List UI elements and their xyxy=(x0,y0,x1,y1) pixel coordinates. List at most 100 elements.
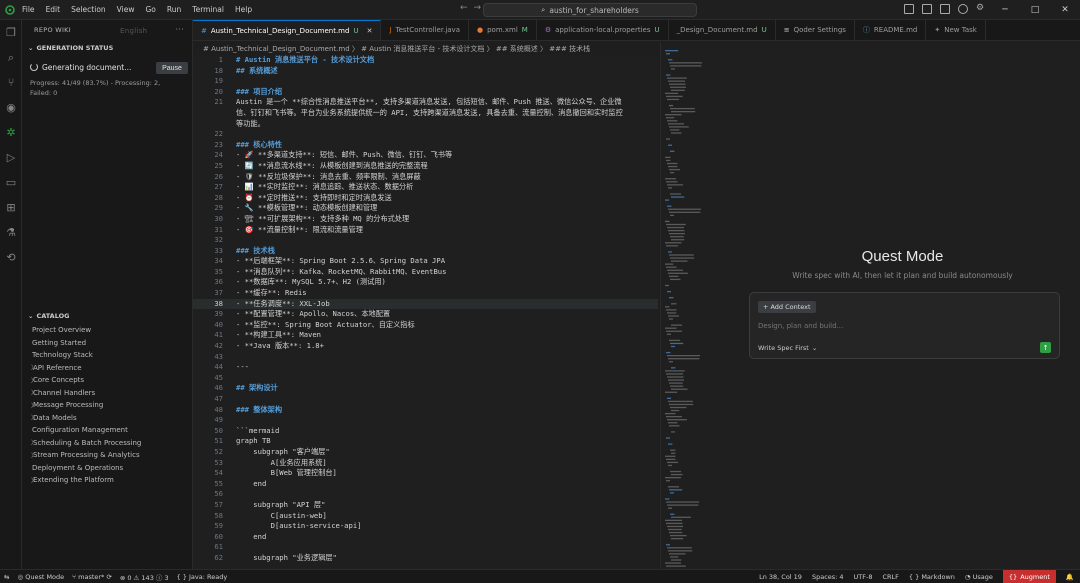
catalog-item[interactable]: Deployment & Operations xyxy=(22,462,193,475)
encoding[interactable]: UTF-8 xyxy=(854,573,873,581)
code-line[interactable]: 49 xyxy=(193,415,658,426)
code-line[interactable]: 25 - 🔄 **消息流水线**: 从模板创建到消息推送的完整流程 xyxy=(193,161,658,172)
catalog-item[interactable]: 〉 Data Models xyxy=(22,412,193,425)
augment-status[interactable]: {} Augment xyxy=(1002,570,1056,583)
code-line[interactable]: 19 xyxy=(193,76,658,87)
catalog-item[interactable]: Configuration Management xyxy=(22,424,193,437)
code-line[interactable]: 41 - **构建工具**: Maven xyxy=(193,330,658,341)
breadcrumb[interactable]: # Austin_Technical_Design_Document.md 〉 … xyxy=(193,42,658,55)
code-line[interactable]: 58 C[austin-web] xyxy=(193,511,658,522)
code-line[interactable]: 31 - 🎯 **流量控制**: 限流和流量管理 xyxy=(193,225,658,236)
problems-status[interactable]: ⊗ 0 ⚠ 143 ⓘ 3 xyxy=(120,572,169,582)
remote-icon[interactable]: ⇆ xyxy=(4,573,9,581)
close-tab-icon[interactable]: ✕ xyxy=(367,27,373,35)
code-line[interactable]: 50 ```mermaid xyxy=(193,426,658,437)
code-line[interactable]: 62 subgraph "业务逻辑层" xyxy=(193,553,658,564)
code-line[interactable]: 20 ### 项目介绍 xyxy=(193,87,658,98)
code-line[interactable]: 等功能。 xyxy=(193,119,658,130)
code-line[interactable]: 38 - **任务调度**: XXL-Job xyxy=(193,298,658,310)
toggle-secondary-sidebar-icon[interactable] xyxy=(940,4,950,14)
code-line[interactable]: 28 - ⏰ **定时推送**: 支持即时和定时消息发送 xyxy=(193,193,658,204)
code-line[interactable]: 1 # Austin 消息推送平台 - 技术设计文档 xyxy=(193,55,658,66)
language-select[interactable]: English xyxy=(120,27,147,35)
code-line[interactable]: 37 - **缓存**: Redis xyxy=(193,288,658,299)
code-line[interactable]: 21 Austin 是一个 **综合性消息推送平台**, 支持多渠道消息发送, 包… xyxy=(193,97,658,108)
source-control-icon[interactable]: ⑂ xyxy=(0,70,22,95)
menu-terminal[interactable]: Terminal xyxy=(192,5,224,14)
catalog-item[interactable]: 〉 Channel Handlers xyxy=(22,387,193,400)
cursor-position[interactable]: Ln 38, Col 19 xyxy=(759,573,802,581)
extensions-icon[interactable]: ⊞ xyxy=(0,195,22,220)
editor-tab[interactable]: ⚙ application-local.properties U xyxy=(537,20,669,40)
editor-tab[interactable]: # Austin_Technical_Design_Document.md U ✕ xyxy=(193,20,382,40)
code-line[interactable]: 47 xyxy=(193,394,658,405)
usage-status[interactable]: ◔ Usage xyxy=(965,573,993,581)
code-line[interactable]: 32 xyxy=(193,235,658,246)
editor-tab[interactable]: ✦ New Task xyxy=(926,20,986,40)
catalog-header[interactable]: ⌄ CATALOG xyxy=(22,308,193,324)
code-line[interactable]: 26 - 🛡 **反垃圾保护**: 消息去重、频率限制、消息屏蔽 xyxy=(193,172,658,183)
branch-status[interactable]: ⑂ master* ⟳ xyxy=(72,573,112,581)
catalog-item[interactable]: 〉 API Reference xyxy=(22,362,193,375)
minimize-icon[interactable]: ─ xyxy=(990,0,1020,20)
settings-gear-icon[interactable]: ⚙ xyxy=(976,4,986,14)
menu-edit[interactable]: Edit xyxy=(46,5,61,14)
notifications-bell-icon[interactable]: 🔔 xyxy=(1066,573,1080,581)
menu-go[interactable]: Go xyxy=(145,5,155,14)
code-line[interactable]: 39 - **配置管理**: Apollo、Nacos、本地配置 xyxy=(193,309,658,320)
catalog-item[interactable]: Technology Stack xyxy=(22,349,193,362)
editor-tab[interactable]: J TestController.java xyxy=(381,20,469,40)
run-debug-icon[interactable]: ◉ xyxy=(0,95,22,120)
language-mode[interactable]: { } Markdown xyxy=(909,573,955,581)
java-status[interactable]: { } Java: Ready xyxy=(177,573,228,581)
gitlens-icon[interactable]: ⟲ xyxy=(0,245,22,270)
remote-explorer-icon[interactable]: ▭ xyxy=(0,170,22,195)
menu-view[interactable]: View xyxy=(117,5,135,14)
add-context-button[interactable]: + Add Context xyxy=(758,301,816,313)
code-line[interactable]: 51 graph TB xyxy=(193,436,658,447)
code-line[interactable]: 55 end xyxy=(193,479,658,490)
code-line[interactable]: 56 xyxy=(193,489,658,500)
menu-file[interactable]: File xyxy=(22,5,35,14)
search-view-icon[interactable]: ⌕ xyxy=(0,45,22,70)
menu-help[interactable]: Help xyxy=(235,5,252,14)
catalog-item[interactable]: 〉 Message Processing xyxy=(22,399,193,412)
catalog-item[interactable]: Getting Started xyxy=(22,337,193,350)
code-line[interactable]: 54 B[Web 管理控制台] xyxy=(193,468,658,479)
write-spec-dropdown[interactable]: Write Spec First ⌄ xyxy=(758,344,817,352)
code-line[interactable]: 46 ## 架构设计 xyxy=(193,383,658,394)
code-line[interactable]: 61 xyxy=(193,542,658,553)
quest-mode-status[interactable]: ◎ Quest Mode xyxy=(17,573,64,581)
explorer-icon[interactable]: ❐ xyxy=(0,20,22,45)
send-button[interactable]: ↑ xyxy=(1040,342,1051,353)
back-arrow-icon[interactable]: ← xyxy=(460,3,468,13)
code-line[interactable]: 36 - **数据库**: MySQL 5.7+、H2 (测试用) xyxy=(193,277,658,288)
code-line[interactable]: 23 ### 核心特性 xyxy=(193,140,658,151)
code-line[interactable]: 30 - 🏗 **可扩展架构**: 支持多种 MQ 的分布式处理 xyxy=(193,214,658,225)
code-line[interactable]: 42 - **Java 版本**: 1.8+ xyxy=(193,341,658,352)
account-icon[interactable] xyxy=(958,4,968,14)
code-line[interactable]: 34 - **后端框架**: Spring Boot 2.5.6、Spring D… xyxy=(193,256,658,267)
code-line[interactable]: 29 - 🔧 **模板管理**: 动态模板创建和管理 xyxy=(193,203,658,214)
code-line[interactable]: 22 xyxy=(193,129,658,140)
code-line[interactable]: 60 end xyxy=(193,532,658,543)
menu-selection[interactable]: Selection xyxy=(71,5,106,14)
indentation[interactable]: Spaces: 4 xyxy=(812,573,844,581)
code-line[interactable]: 57 subgraph "API 层" xyxy=(193,500,658,511)
maximize-icon[interactable]: □ xyxy=(1020,0,1050,20)
code-line[interactable]: 27 - 📊 **实时监控**: 消息追踪、推送状态、数据分析 xyxy=(193,182,658,193)
toggle-sidebar-icon[interactable] xyxy=(904,4,914,14)
catalog-item[interactable]: 〉 Stream Processing & Analytics xyxy=(22,449,193,462)
code-line[interactable]: 信、钉钉和飞书等。平台为业务系统提供统一的 API, 支持跨渠道消息发送, 具备… xyxy=(193,108,658,119)
more-actions-icon[interactable]: ··· xyxy=(175,25,184,34)
toggle-panel-icon[interactable] xyxy=(922,4,932,14)
repo-wiki-icon[interactable]: ✲ xyxy=(0,120,22,145)
editor-tab[interactable]: ≡ Qoder Settings xyxy=(776,20,855,40)
code-line[interactable]: 24 - 🚀 **多渠道支持**: 短信、邮件、Push、微信、钉钉、飞书等 xyxy=(193,150,658,161)
minimap[interactable] xyxy=(660,42,724,569)
catalog-item[interactable]: 〉 Scheduling & Batch Processing xyxy=(22,437,193,450)
close-window-icon[interactable]: ✕ xyxy=(1050,0,1080,20)
testing-icon[interactable]: ⚗ xyxy=(0,220,22,245)
debug-icon[interactable]: ▷ xyxy=(0,145,22,170)
generation-status-section[interactable]: ⌄ GENERATION STATUS xyxy=(22,40,192,56)
